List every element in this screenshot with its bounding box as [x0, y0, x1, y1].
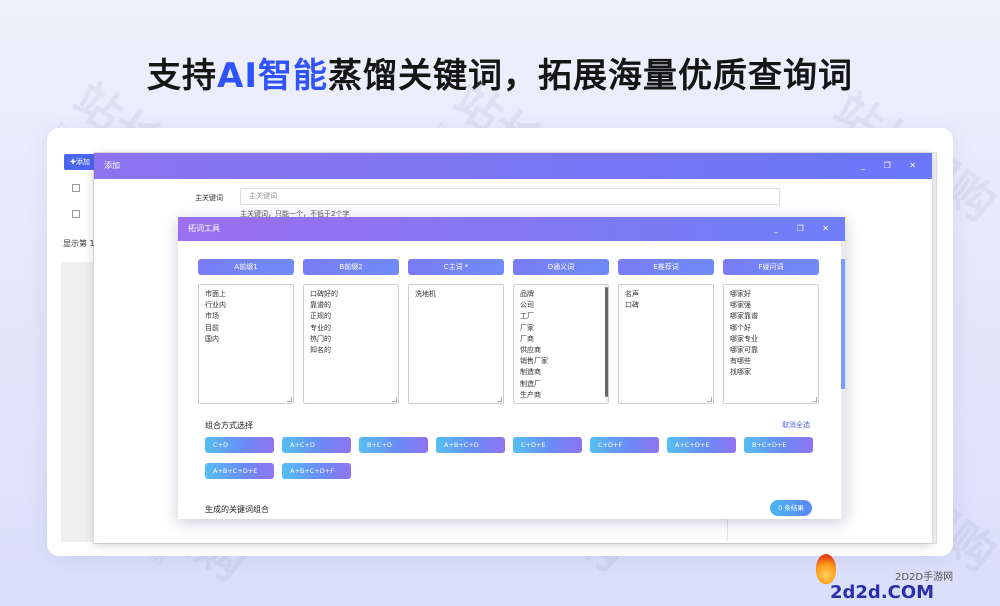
tool-dialog-titlebar[interactable]: 拓词工具 _ ❐ ✕ — [178, 217, 845, 241]
keyword-item: 销售厂家 — [520, 357, 548, 366]
keyword-item: 知名的 — [310, 346, 331, 355]
column-header[interactable]: D通义词 — [513, 259, 609, 275]
row-checkbox[interactable] — [72, 184, 80, 192]
column-textarea[interactable]: 口碑好的 靠谱的 正规的 专业的 热门的 知名的 — [303, 284, 399, 404]
pagination-info: 显示第 1 — [63, 239, 95, 248]
brand-name: 2D2D手游网 — [895, 572, 954, 583]
keyword-item: 哪家强 — [730, 301, 751, 310]
keyword-item: 品牌 — [520, 290, 534, 298]
column-textarea[interactable]: 洗地机 — [408, 284, 504, 404]
keyword-item: 哪家专业 — [730, 334, 758, 343]
combo-button[interactable]: A+C+D+E — [667, 437, 736, 453]
keyword-item: 专业的 — [310, 323, 331, 332]
column-header[interactable]: F疑问词 — [723, 259, 819, 275]
keyword-item: 热门的 — [310, 334, 331, 343]
main-keyword-label: 主关键词 — [195, 194, 223, 202]
add-dialog-titlebar[interactable]: 添加 _ ❐ ✕ — [94, 153, 932, 179]
column-f: F疑问词 哪家好 哪家强 哪家靠谱 哪个好 哪家专业 哪家可靠 有哪些 找哪家 — [723, 259, 819, 404]
resize-handle-icon[interactable] — [812, 397, 817, 402]
window-controls[interactable]: _ ❐ ✕ — [861, 153, 924, 179]
main-keyword-input[interactable]: 主关键词 — [240, 188, 780, 205]
combo-button[interactable]: A+C+D — [282, 437, 351, 453]
headline-text-rest: 蒸馏关键词，拓展海量优质查询词 — [327, 56, 853, 96]
column-header[interactable]: A前缀1 — [198, 259, 294, 275]
keyword-item: 供应商 — [520, 346, 541, 355]
resize-handle-icon[interactable] — [707, 397, 712, 402]
keyword-item: 哪个好 — [730, 323, 751, 332]
background-panel — [61, 262, 94, 542]
dialog-scrollbar[interactable] — [841, 241, 845, 519]
torch-logo-icon — [816, 554, 836, 584]
column-d: D通义词 品牌 公司 工厂 厂家 厂商 供应商 销售厂家 制造商 制造厂 生产商 — [513, 259, 609, 404]
brand-url: 2d2d.COM — [830, 582, 935, 603]
combo-button[interactable]: C+D+F — [590, 437, 659, 453]
keyword-item: 洗地机 — [415, 290, 436, 298]
headline-text: 支持 — [147, 56, 218, 96]
keyword-item: 口碑 — [625, 301, 639, 310]
generated-keywords-title: 生成的关键词组合 — [205, 505, 269, 514]
keyword-item: 哪家靠谱 — [730, 312, 758, 321]
keyword-item: 制造商 — [520, 368, 541, 377]
column-textarea[interactable]: 市面上 行业内 市场 目前 国内 — [198, 284, 294, 404]
scrollbar-thumb[interactable] — [841, 259, 845, 389]
keyword-item: 公司 — [520, 301, 534, 310]
column-textarea[interactable]: 品牌 公司 工厂 厂家 厂商 供应商 销售厂家 制造商 制造厂 生产商 — [513, 284, 609, 404]
combination-title: 组合方式选择 — [205, 421, 253, 430]
keyword-item: 正规的 — [310, 312, 331, 321]
keyword-item: 国内 — [205, 334, 219, 343]
deselect-all-link[interactable]: 取消全选 — [782, 420, 810, 430]
keyword-item: 口碑好的 — [310, 290, 338, 298]
combo-button[interactable]: C+D+E — [513, 437, 582, 453]
result-count-badge[interactable]: 0 条结果 — [770, 500, 812, 516]
add-button[interactable]: ✚添加 — [64, 154, 96, 170]
keyword-item: 找哪家 — [730, 368, 751, 377]
headline-highlight: AI智能 — [217, 56, 328, 96]
add-dialog-title: 添加 — [104, 161, 120, 170]
keyword-item: 名声 — [625, 290, 639, 298]
keyword-item: 工厂 — [520, 312, 534, 321]
combo-button[interactable]: A+B+C+D+F — [282, 463, 351, 479]
keyword-item: 靠谱的 — [310, 301, 331, 310]
column-header[interactable]: E推荐词 — [618, 259, 714, 275]
column-header[interactable]: B前缀2 — [303, 259, 399, 275]
column-header[interactable]: C主词 * — [408, 259, 504, 275]
resize-handle-icon[interactable] — [287, 397, 292, 402]
combo-button[interactable]: B+C+D — [359, 437, 428, 453]
column-e: E推荐词 名声 口碑 — [618, 259, 714, 404]
tool-dialog-title: 拓词工具 — [188, 224, 220, 233]
column-textarea[interactable]: 名声 口碑 — [618, 284, 714, 404]
combo-button[interactable]: C+D — [205, 437, 274, 453]
keyword-item: 厂商 — [520, 334, 534, 343]
column-b: B前缀2 口碑好的 靠谱的 正规的 专业的 热门的 知名的 — [303, 259, 399, 404]
row-checkbox[interactable] — [72, 210, 80, 218]
keyword-item: 市面上 — [205, 290, 226, 298]
keyword-item: 制造厂 — [520, 379, 541, 388]
column-textarea[interactable]: 哪家好 哪家强 哪家靠谱 哪个好 哪家专业 哪家可靠 有哪些 找哪家 — [723, 284, 819, 404]
keyword-item: 厂家 — [520, 323, 534, 332]
resize-handle-icon[interactable] — [497, 397, 502, 402]
combo-button[interactable]: A+B+C+D+E — [205, 463, 274, 479]
window-controls[interactable]: _ ❐ ✕ — [774, 217, 837, 241]
keyword-item: 哪家好 — [730, 290, 751, 298]
keyword-item: 行业内 — [205, 301, 226, 310]
keyword-item: 市场 — [205, 312, 219, 321]
combo-button[interactable]: A+B+C+D — [436, 437, 505, 453]
headline: 支持AI智能蒸馏关键词，拓展海量优质查询词 — [0, 48, 1000, 97]
keyword-item: 有哪些 — [730, 357, 751, 366]
keyword-item: 目前 — [205, 323, 219, 332]
resize-handle-icon[interactable] — [392, 397, 397, 402]
column-c: C主词 * 洗地机 — [408, 259, 504, 404]
keyword-item: 哪家可靠 — [730, 346, 758, 355]
scrollbar-thumb[interactable] — [605, 287, 608, 397]
textarea-scrollbar[interactable] — [605, 285, 608, 403]
combo-button[interactable]: B+C+D+E — [744, 437, 813, 453]
keyword-item: 生产商 — [520, 390, 541, 399]
column-a: A前缀1 市面上 行业内 市场 目前 国内 — [198, 259, 294, 404]
